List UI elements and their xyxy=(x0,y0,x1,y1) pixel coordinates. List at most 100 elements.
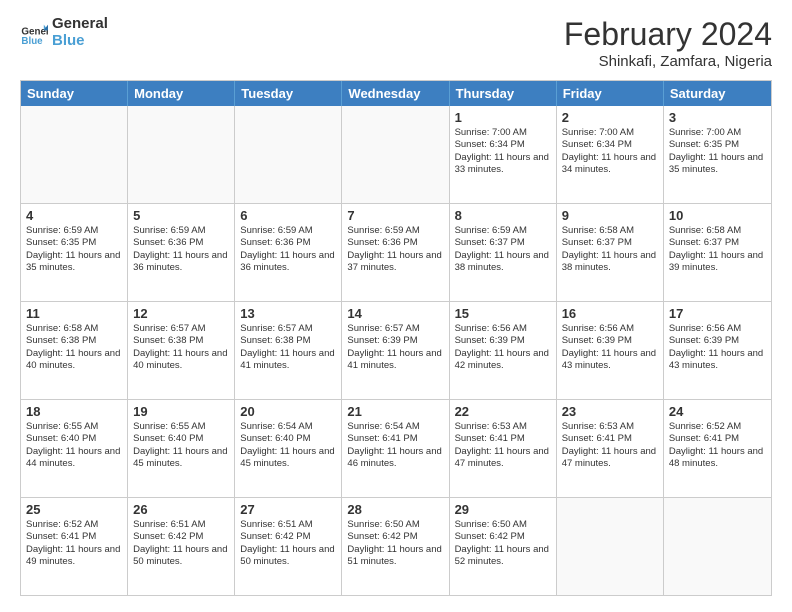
day-number: 23 xyxy=(562,404,658,419)
cell-w1-d3 xyxy=(235,106,342,203)
cell-w2-d6: 9Sunrise: 6:58 AMSunset: 6:37 PMDaylight… xyxy=(557,204,664,301)
sunset-text: Sunset: 6:42 PM xyxy=(347,531,443,543)
cell-w4-d1: 18Sunrise: 6:55 AMSunset: 6:40 PMDayligh… xyxy=(21,400,128,497)
day-number: 10 xyxy=(669,208,766,223)
sunset-text: Sunset: 6:40 PM xyxy=(133,433,229,445)
header-monday: Monday xyxy=(128,81,235,106)
day-number: 19 xyxy=(133,404,229,419)
cell-w4-d5: 22Sunrise: 6:53 AMSunset: 6:41 PMDayligh… xyxy=(450,400,557,497)
day-number: 18 xyxy=(26,404,122,419)
day-number: 4 xyxy=(26,208,122,223)
daylight-text: Daylight: 11 hours and 46 minutes. xyxy=(347,446,443,471)
logo-icon: General Blue xyxy=(20,19,48,47)
sunset-text: Sunset: 6:42 PM xyxy=(455,531,551,543)
sunset-text: Sunset: 6:39 PM xyxy=(347,335,443,347)
cell-w2-d3: 6Sunrise: 6:59 AMSunset: 6:36 PMDaylight… xyxy=(235,204,342,301)
sunset-text: Sunset: 6:41 PM xyxy=(26,531,122,543)
daylight-text: Daylight: 11 hours and 39 minutes. xyxy=(669,250,766,275)
location: Shinkafi, Zamfara, Nigeria xyxy=(564,53,772,70)
sunset-text: Sunset: 6:39 PM xyxy=(669,335,766,347)
cell-w5-d7 xyxy=(664,498,771,595)
header-thursday: Thursday xyxy=(450,81,557,106)
cell-w3-d7: 17Sunrise: 6:56 AMSunset: 6:39 PMDayligh… xyxy=(664,302,771,399)
day-number: 6 xyxy=(240,208,336,223)
sunset-text: Sunset: 6:39 PM xyxy=(455,335,551,347)
sunrise-text: Sunrise: 6:59 AM xyxy=(240,225,336,237)
day-number: 21 xyxy=(347,404,443,419)
daylight-text: Daylight: 11 hours and 40 minutes. xyxy=(26,348,122,373)
cell-w5-d6 xyxy=(557,498,664,595)
day-number: 7 xyxy=(347,208,443,223)
cell-w5-d5: 29Sunrise: 6:50 AMSunset: 6:42 PMDayligh… xyxy=(450,498,557,595)
sunset-text: Sunset: 6:41 PM xyxy=(347,433,443,445)
cell-w3-d3: 13Sunrise: 6:57 AMSunset: 6:38 PMDayligh… xyxy=(235,302,342,399)
daylight-text: Daylight: 11 hours and 48 minutes. xyxy=(669,446,766,471)
week-row-5: 25 Sunrise: 6:52 AMSunset: 6:41 PM Dayligh… xyxy=(21,497,771,595)
sunrise-text: Sunrise: 7:00 AM xyxy=(669,127,766,139)
sunrise-text: Sunrise: 6:57 AM xyxy=(133,323,229,335)
title-block: February 2024 Shinkafi, Zamfara, Nigeria xyxy=(564,16,772,70)
day-number: 29 xyxy=(455,502,551,517)
daylight-text: Daylight: 11 hours and 35 minutes. xyxy=(26,250,122,275)
sunrise-text: Sunrise: 6:59 AM xyxy=(133,225,229,237)
cell-w5-d2: 26Sunrise: 6:51 AMSunset: 6:42 PMDayligh… xyxy=(128,498,235,595)
sunrise-text: Sunrise: 6:53 AM xyxy=(562,421,658,433)
day-number: 3 xyxy=(669,110,766,125)
sunrise-text: Sunrise: 6:56 AM xyxy=(455,323,551,335)
sunrise-text: Sunrise: 6:54 AM xyxy=(347,421,443,433)
daylight-text: Daylight: 11 hours and 51 minutes. xyxy=(347,544,443,569)
day-number: 12 xyxy=(133,306,229,321)
page: General Blue General Blue February 2024 … xyxy=(0,0,792,612)
day-number: 11 xyxy=(26,306,122,321)
cell-w1-d6: 2Sunrise: 7:00 AMSunset: 6:34 PMDaylight… xyxy=(557,106,664,203)
daylight-text: Daylight: 11 hours and 45 minutes. xyxy=(240,446,336,471)
daylight-text: Daylight: 11 hours and 44 minutes. xyxy=(26,446,122,471)
day-number: 5 xyxy=(133,208,229,223)
daylight-text: Daylight: 11 hours and 38 minutes. xyxy=(562,250,658,275)
header-tuesday: Tuesday xyxy=(235,81,342,106)
sunset-text: Sunset: 6:41 PM xyxy=(669,433,766,445)
cell-w5-d3: 27Sunrise: 6:51 AMSunset: 6:42 PMDayligh… xyxy=(235,498,342,595)
sunset-text: Sunset: 6:40 PM xyxy=(240,433,336,445)
sunset-text: Sunset: 6:36 PM xyxy=(133,237,229,249)
day-number: 13 xyxy=(240,306,336,321)
day-number: 8 xyxy=(455,208,551,223)
cell-w4-d2: 19Sunrise: 6:55 AMSunset: 6:40 PMDayligh… xyxy=(128,400,235,497)
sunset-text: Sunset: 6:34 PM xyxy=(562,139,658,151)
sunrise-text: Sunrise: 6:52 AM xyxy=(26,519,122,531)
sunset-text: Sunset: 6:39 PM xyxy=(562,335,658,347)
day-number: 9 xyxy=(562,208,658,223)
daylight-text: Daylight: 11 hours and 50 minutes. xyxy=(133,544,229,569)
sunrise-text: Sunrise: 6:52 AM xyxy=(669,421,766,433)
sunset-text: Sunset: 6:37 PM xyxy=(455,237,551,249)
daylight-text: Daylight: 11 hours and 40 minutes. xyxy=(133,348,229,373)
sunrise-text: Sunrise: 7:00 AM xyxy=(562,127,658,139)
cell-w3-d1: 11Sunrise: 6:58 AMSunset: 6:38 PMDayligh… xyxy=(21,302,128,399)
daylight-text: Daylight: 11 hours and 43 minutes. xyxy=(669,348,766,373)
daylight-text: Daylight: 11 hours and 36 minutes. xyxy=(133,250,229,275)
sunrise-text: Sunrise: 6:59 AM xyxy=(347,225,443,237)
sunrise-text: Sunrise: 6:55 AM xyxy=(26,421,122,433)
daylight-text: Daylight: 11 hours and 43 minutes. xyxy=(562,348,658,373)
sunset-text: Sunset: 6:37 PM xyxy=(669,237,766,249)
daylight-text: Daylight: 11 hours and 33 minutes. xyxy=(455,152,551,177)
calendar: Sunday Monday Tuesday Wednesday Thursday… xyxy=(20,80,772,596)
week-row-1: 1Sunrise: 7:00 AMSunset: 6:34 PMDaylight… xyxy=(21,106,771,203)
sunrise-text: Sunrise: 6:55 AM xyxy=(133,421,229,433)
daylight-text: Daylight: 11 hours and 47 minutes. xyxy=(562,446,658,471)
month-year: February 2024 xyxy=(564,16,772,53)
cell-w1-d2 xyxy=(128,106,235,203)
day-number: 25 xyxy=(26,502,122,517)
day-number: 15 xyxy=(455,306,551,321)
cell-w2-d2: 5 Sunrise: 6:59 AMSunset: 6:36 PMDaylight… xyxy=(128,204,235,301)
sunrise-text: Sunrise: 6:56 AM xyxy=(669,323,766,335)
day-number: 28 xyxy=(347,502,443,517)
calendar-body: 1Sunrise: 7:00 AMSunset: 6:34 PMDaylight… xyxy=(21,106,771,595)
cell-w1-d4 xyxy=(342,106,449,203)
cell-w2-d5: 8Sunrise: 6:59 AMSunset: 6:37 PMDaylight… xyxy=(450,204,557,301)
daylight-text: Daylight: 11 hours and 52 minutes. xyxy=(455,544,551,569)
sunset-text: Sunset: 6:42 PM xyxy=(240,531,336,543)
sunrise-text: Sunrise: 7:00 AM xyxy=(455,127,551,139)
cell-w4-d3: 20Sunrise: 6:54 AMSunset: 6:40 PMDayligh… xyxy=(235,400,342,497)
cell-w4-d7: 24Sunrise: 6:52 AMSunset: 6:41 PMDayligh… xyxy=(664,400,771,497)
